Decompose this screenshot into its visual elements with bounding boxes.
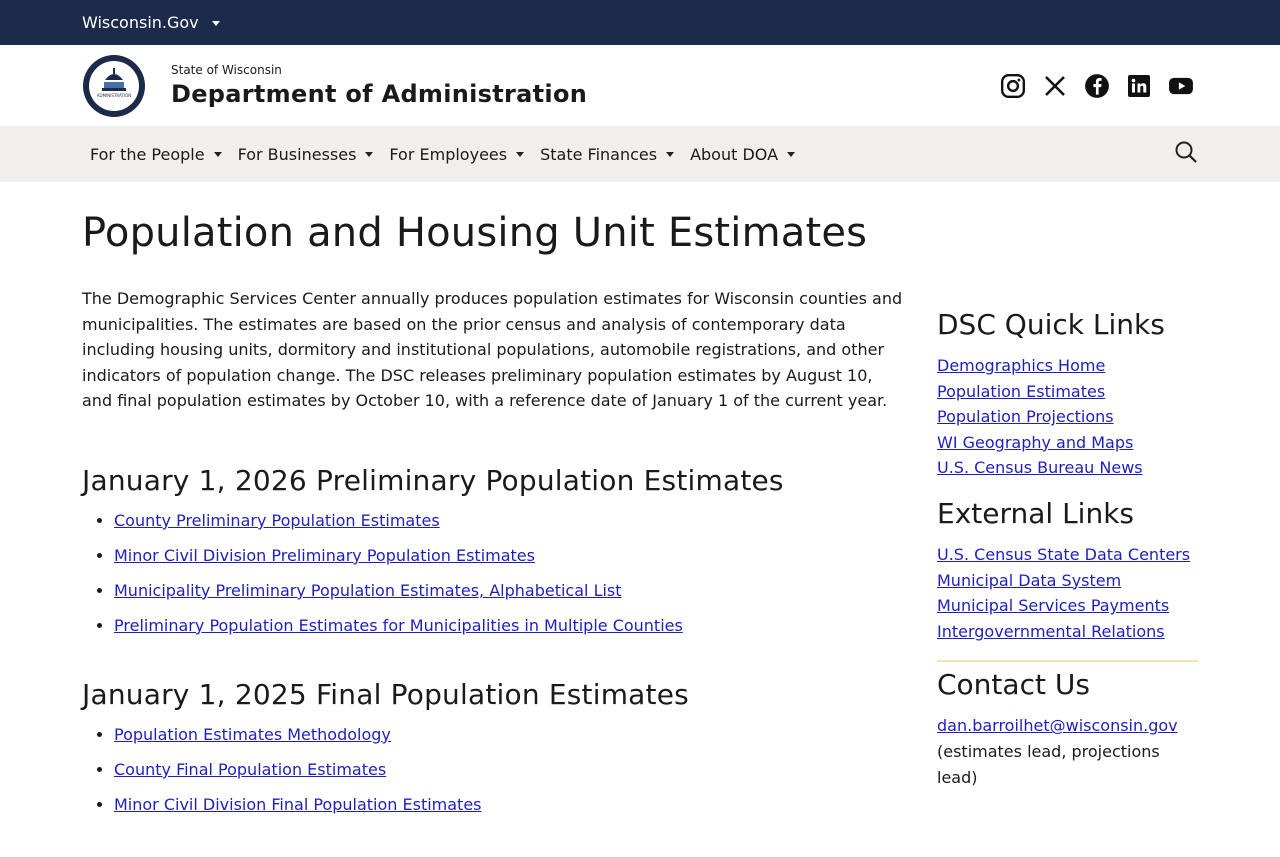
x-icon[interactable]	[1042, 73, 1068, 99]
intro-paragraph: The Demographic Services Center annually…	[82, 289, 903, 411]
county-final-link[interactable]: County Final Population Estimates	[114, 760, 386, 779]
instagram-icon[interactable]	[1000, 73, 1026, 99]
nav-item-for-employees[interactable]: For Employees	[389, 145, 525, 164]
sidebar: DSC Quick Links Demographics Home Popula…	[937, 286, 1198, 857]
top-bar: Wisconsin.Gov	[0, 0, 1280, 45]
caret-down-icon[interactable]	[666, 151, 675, 157]
nav-item-for-businesses[interactable]: For Businesses	[238, 145, 374, 164]
municipality-preliminary-link[interactable]: Municipality Preliminary Population Esti…	[114, 581, 622, 600]
caret-down-icon[interactable]	[516, 151, 525, 157]
nav-item-label[interactable]: For Businesses	[238, 145, 357, 164]
sidebar-link-geography-maps[interactable]: WI Geography and Maps	[937, 430, 1198, 456]
department-title[interactable]: Department of Administration	[171, 80, 587, 108]
contact-section: Contact Us dan.barroilhet@wisconsin.gov …	[937, 668, 1198, 790]
state-label: State of Wisconsin	[171, 63, 282, 77]
caret-down-icon[interactable]	[213, 151, 222, 157]
wisconsin-gov-label[interactable]: Wisconsin.Gov	[82, 13, 199, 32]
list-item: Population Estimates Methodology	[114, 725, 904, 745]
quick-links-list: Demographics Home Population Estimates P…	[937, 353, 1198, 481]
nav-item-label[interactable]: For Employees	[389, 145, 507, 164]
social-links	[1000, 73, 1194, 99]
quick-links-section: DSC Quick Links Demographics Home Popula…	[937, 308, 1198, 481]
mcd-final-link[interactable]: Minor Civil Division Final Population Es…	[114, 795, 482, 814]
quick-links-heading: DSC Quick Links	[937, 308, 1165, 341]
list-item: Minor Civil Division Preliminary Populat…	[114, 546, 904, 566]
list-item: Preliminary Population Estimates for Mun…	[114, 616, 904, 636]
list-item: Minor Civil Division Final Population Es…	[114, 795, 904, 815]
sidebar-link-state-data-centers[interactable]: U.S. Census State Data Centers	[937, 542, 1198, 568]
caret-down-icon[interactable]	[787, 151, 796, 157]
contact-details: dan.barroilhet@wisconsin.gov (estimates …	[937, 713, 1198, 790]
sidebar-link-intergovernmental-relations[interactable]: Intergovernmental Relations	[937, 619, 1198, 645]
content-columns: The Demographic Services Center annually…	[82, 286, 1198, 857]
nav-item-for-the-people[interactable]: For the People	[90, 145, 222, 164]
search-icon[interactable]	[1174, 140, 1198, 168]
external-links-heading: External Links	[937, 496, 1134, 530]
linkedin-icon[interactable]	[1126, 73, 1152, 99]
list-item: Municipality Preliminary Population Esti…	[114, 581, 904, 601]
main-content: Population and Housing Unit Estimates Th…	[0, 210, 1280, 857]
list-item: County Final Population Estimates	[114, 760, 904, 780]
nav-items: For the People For Businesses For Employ…	[90, 145, 796, 164]
sidebar-link-population-estimates[interactable]: Population Estimates	[937, 379, 1198, 405]
nav-item-label[interactable]: For the People	[90, 145, 205, 164]
sidebar-link-municipal-services-payments[interactable]: Municipal Services Payments	[937, 593, 1198, 619]
doa-seal-icon[interactable]: ADMINISTRATION	[82, 54, 146, 118]
methodology-link[interactable]: Population Estimates Methodology	[114, 725, 391, 744]
mcd-preliminary-link[interactable]: Minor Civil Division Preliminary Populat…	[114, 546, 535, 565]
svg-text:ADMINISTRATION: ADMINISTRATION	[97, 93, 131, 98]
main-nav: For the People For Businesses For Employ…	[0, 126, 1280, 182]
facebook-icon[interactable]	[1084, 73, 1110, 99]
nav-item-state-finances[interactable]: State Finances	[540, 145, 675, 164]
sidebar-link-municipal-data-system[interactable]: Municipal Data System	[937, 568, 1198, 594]
page-title: Population and Housing Unit Estimates	[82, 210, 868, 256]
contact-heading: Contact Us	[937, 668, 1090, 702]
nav-item-label[interactable]: State Finances	[540, 145, 657, 164]
list-item: County Preliminary Population Estimates	[114, 511, 904, 531]
caret-down-icon[interactable]	[211, 21, 220, 26]
contact-note: (estimates lead, projections lead)	[937, 741, 1160, 787]
divider	[937, 660, 1198, 663]
article: The Demographic Services Center annually…	[82, 286, 904, 857]
brand[interactable]: ADMINISTRATION State of Wisconsin Depart…	[82, 54, 587, 118]
external-links-section: External Links U.S. Census State Data Ce…	[937, 497, 1198, 644]
brand-text: State of Wisconsin Department of Adminis…	[171, 63, 587, 108]
sidebar-link-population-projections[interactable]: Population Projections	[937, 404, 1198, 430]
sidebar-link-demographics-home[interactable]: Demographics Home	[937, 353, 1198, 379]
section-heading-2026: January 1, 2026 Preliminary Population E…	[82, 463, 784, 497]
external-links-list: U.S. Census State Data Centers Municipal…	[937, 542, 1198, 644]
youtube-icon[interactable]	[1168, 73, 1194, 99]
caret-down-icon[interactable]	[365, 151, 374, 157]
wisconsin-gov-menu[interactable]: Wisconsin.Gov	[82, 13, 220, 32]
nav-item-label[interactable]: About DOA	[690, 145, 778, 164]
sidebar-link-census-news[interactable]: U.S. Census Bureau News	[937, 455, 1198, 481]
section-heading-2025: January 1, 2025 Final Population Estimat…	[82, 677, 689, 711]
link-list-2025: Population Estimates Methodology County …	[82, 725, 904, 815]
multi-county-preliminary-link[interactable]: Preliminary Population Estimates for Mun…	[114, 616, 683, 635]
contact-email-link[interactable]: dan.barroilhet@wisconsin.gov	[937, 713, 1198, 739]
county-preliminary-link[interactable]: County Preliminary Population Estimates	[114, 511, 440, 530]
link-list-2026: County Preliminary Population Estimates …	[82, 511, 904, 636]
nav-item-about-doa[interactable]: About DOA	[690, 145, 796, 164]
site-header: ADMINISTRATION State of Wisconsin Depart…	[0, 45, 1280, 126]
